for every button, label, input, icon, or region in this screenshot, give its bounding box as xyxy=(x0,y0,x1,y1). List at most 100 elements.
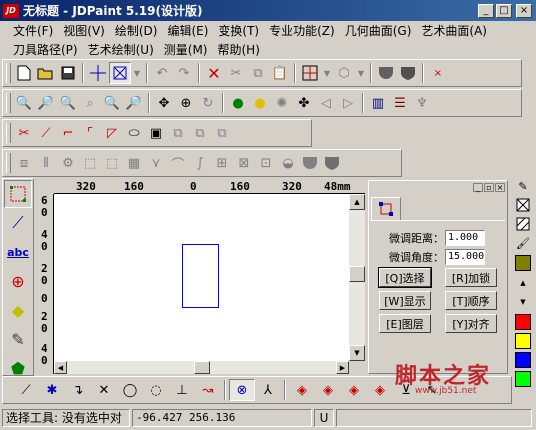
scroll-up-button[interactable]: ▲ xyxy=(349,194,365,210)
array-grid-icon[interactable]: ⧉ xyxy=(189,122,211,144)
view-3d-icon[interactable]: ⬡ xyxy=(333,62,355,84)
chamfer-icon[interactable]: ⌜ xyxy=(79,122,101,144)
status-mode[interactable]: U xyxy=(314,409,334,427)
lock-button[interactable]: [R]加锁 xyxy=(445,268,497,287)
art-tool-15-icon[interactable] xyxy=(321,152,343,174)
color-scroll-up-icon[interactable]: ▲ xyxy=(514,274,532,292)
dropdown-arrow-icon[interactable]: ▼ xyxy=(131,62,143,84)
layers-icon[interactable]: ▥ xyxy=(367,92,389,114)
axis-icon[interactable]: ⅄ xyxy=(255,379,281,401)
shield-icon[interactable] xyxy=(397,62,419,84)
menu-help[interactable]: 帮助(H) xyxy=(212,41,264,58)
shaded-icon[interactable] xyxy=(375,62,397,84)
layer-button[interactable]: [E]图层 xyxy=(379,314,431,333)
dropdown-arrow-icon[interactable]: ▼ xyxy=(355,62,367,84)
transform-2-icon[interactable]: ◈ xyxy=(315,379,341,401)
new-file-icon[interactable] xyxy=(13,62,35,84)
minimize-button[interactable]: _ xyxy=(478,3,494,18)
fillet-icon[interactable]: ⌐ xyxy=(57,122,79,144)
color-swatch-yellow[interactable] xyxy=(515,333,531,349)
close-button[interactable]: × xyxy=(516,3,532,18)
menu-art-surface[interactable]: 艺术曲面(A) xyxy=(416,22,492,39)
art-tool-8-icon[interactable]: ⌒ xyxy=(167,152,189,174)
rotate-view-icon[interactable]: ↻ xyxy=(197,92,219,114)
art-tool-12-icon[interactable]: ⊡ xyxy=(255,152,277,174)
transform-3-icon[interactable]: ◈ xyxy=(341,379,367,401)
zoom-realtime-icon[interactable]: ⊕ xyxy=(175,92,197,114)
zoom-previous-icon[interactable]: 🔍 xyxy=(101,92,123,114)
order-button[interactable]: [T]顺序 xyxy=(445,291,497,310)
color-scroll-down-icon[interactable]: ▼ xyxy=(514,293,532,311)
art-tool-11-icon[interactable]: ⊠ xyxy=(233,152,255,174)
snap-point-icon[interactable]: ✱ xyxy=(39,379,65,401)
fine-angle-input[interactable]: 15.000 xyxy=(445,249,485,265)
art-tool-1-icon[interactable]: ⧈ xyxy=(13,152,35,174)
pan-icon[interactable]: ✥ xyxy=(153,92,175,114)
zoom-in-icon[interactable]: 🔍 xyxy=(57,92,79,114)
menu-toolpath[interactable]: 刀具路径(P) xyxy=(8,41,83,58)
art-tool-6-icon[interactable]: ▦ xyxy=(123,152,145,174)
node-tool-icon[interactable]: ⟋ xyxy=(4,209,32,237)
undo-icon[interactable]: ↶ xyxy=(151,62,173,84)
color-edit-icon[interactable]: 🖌 xyxy=(514,234,532,252)
color-swatch-green[interactable] xyxy=(515,371,531,387)
art-tool-14-icon[interactable] xyxy=(299,152,321,174)
art-tool-2-icon[interactable]: ⫴ xyxy=(35,152,57,174)
arrow-right-icon[interactable]: ▷ xyxy=(337,92,359,114)
align-button[interactable]: [Y]对齐 xyxy=(445,314,497,333)
panel-tab[interactable] xyxy=(371,197,401,221)
zoom-all-icon[interactable]: ⌕ xyxy=(79,92,101,114)
menu-art-draw[interactable]: 艺术绘制(U) xyxy=(83,41,159,58)
menu-transform[interactable]: 变换(T) xyxy=(213,22,264,39)
art-tool-4-icon[interactable]: ⬚ xyxy=(79,152,101,174)
select-box-icon[interactable] xyxy=(109,62,131,84)
extend-icon[interactable]: ⟋ xyxy=(35,122,57,144)
fine-distance-input[interactable]: 1.000 xyxy=(445,230,485,246)
transform-1-icon[interactable]: ◈ xyxy=(289,379,315,401)
transform-4-icon[interactable]: ◈ xyxy=(367,379,393,401)
color-swatch-blue[interactable] xyxy=(515,352,531,368)
snap-perpendicular-icon[interactable]: ⊥ xyxy=(169,379,195,401)
arrow-left-icon[interactable]: ◁ xyxy=(315,92,337,114)
horizontal-scrollbar[interactable]: ◀ ▶ xyxy=(54,361,349,374)
snap-on-icon[interactable]: ⊗ xyxy=(229,379,255,401)
polygon-tool-icon[interactable]: ◆ xyxy=(4,296,32,324)
menu-file[interactable]: 文件(F) xyxy=(8,22,58,39)
copy-icon[interactable]: ⧉ xyxy=(247,62,269,84)
scroll-thumb[interactable] xyxy=(349,266,365,282)
drawing-canvas[interactable] xyxy=(54,194,349,361)
no-fill-icon[interactable] xyxy=(514,196,532,214)
art-tool-10-icon[interactable]: ⊞ xyxy=(211,152,233,174)
dropdown-arrow-icon[interactable]: ▼ xyxy=(321,62,333,84)
menu-measure[interactable]: 测量(M) xyxy=(159,41,213,58)
color-swatch-olive[interactable] xyxy=(515,255,531,271)
color-swatch-red[interactable] xyxy=(515,314,531,330)
panel-restore-button[interactable]: ▫ xyxy=(484,182,494,192)
panel-minimize-button[interactable]: _ xyxy=(473,182,483,192)
menu-professional[interactable]: 专业功能(Z) xyxy=(264,22,340,39)
close-toolbar-icon[interactable]: × xyxy=(427,62,449,84)
yellow-bulb-icon[interactable]: ● xyxy=(249,92,271,114)
cut-icon[interactable]: ✂ xyxy=(225,62,247,84)
zoom-selected-icon[interactable]: 🔎 xyxy=(123,92,145,114)
open-file-icon[interactable] xyxy=(35,62,57,84)
scroll-down-button[interactable]: ▼ xyxy=(349,345,365,361)
light-settings-icon[interactable]: ✺ xyxy=(271,92,293,114)
hatch-icon[interactable]: ☰ xyxy=(389,92,411,114)
trim-icon[interactable]: ✂ xyxy=(13,122,35,144)
redo-icon[interactable]: ↷ xyxy=(173,62,195,84)
menu-edit[interactable]: 编辑(E) xyxy=(162,22,213,39)
emboss-icon[interactable]: ♆ xyxy=(411,92,433,114)
show-button[interactable]: [W]显示 xyxy=(379,291,431,310)
art-tool-9-icon[interactable]: ∫ xyxy=(189,152,211,174)
scroll-right-button[interactable]: ▶ xyxy=(336,361,349,374)
scroll-thumb[interactable] xyxy=(194,361,210,374)
art-tool-7-icon[interactable]: ⋎ xyxy=(145,152,167,174)
panel-close-button[interactable]: × xyxy=(495,182,505,192)
green-bulb-icon[interactable]: ● xyxy=(227,92,249,114)
vertical-scrollbar[interactable]: ▲ ▼ xyxy=(349,194,365,361)
snap-endpoint-icon[interactable]: ↴ xyxy=(65,379,91,401)
offset-icon[interactable]: ⬭ xyxy=(123,122,145,144)
menu-view[interactable]: 视图(V) xyxy=(58,22,110,39)
grid-icon[interactable] xyxy=(299,62,321,84)
